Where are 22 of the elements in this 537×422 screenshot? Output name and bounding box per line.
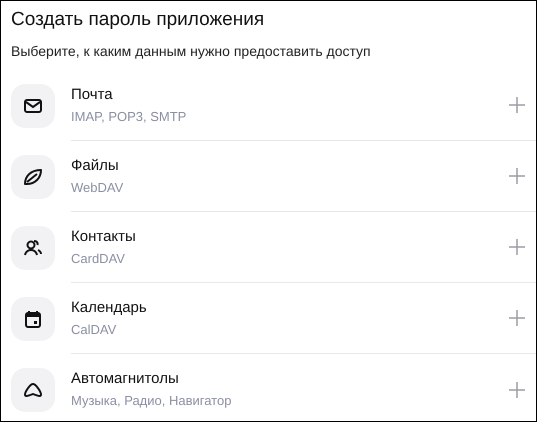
add-button[interactable] — [507, 237, 527, 257]
add-button[interactable] — [507, 308, 527, 328]
dialog-subtitle: Выберите, к каким данным нужно предоставить доступ — [11, 42, 372, 60]
plus-icon — [508, 309, 526, 327]
item-title: Календарь — [71, 298, 148, 318]
dialog-title: Создать пароль приложения — [11, 8, 266, 32]
item-description: CalDAV — [71, 320, 118, 338]
item-title: Автомагнитолы — [71, 369, 180, 389]
add-button[interactable] — [507, 166, 527, 186]
add-button[interactable] — [507, 95, 527, 115]
item-title: Контакты — [71, 226, 137, 246]
item-description: CardDAV — [71, 250, 126, 268]
item-title: Почта — [71, 84, 114, 104]
plus-icon — [508, 96, 526, 114]
item-description: WebDAV — [71, 178, 124, 196]
plus-icon — [508, 380, 526, 398]
item-description: IMAP, POP3, SMTP — [71, 108, 188, 126]
plus-icon — [508, 167, 526, 185]
add-button[interactable] — [507, 380, 527, 400]
plus-icon — [508, 238, 526, 256]
item-title: Файлы — [71, 156, 120, 176]
item-description: Музыка, Радио, Навигатор — [71, 392, 232, 410]
